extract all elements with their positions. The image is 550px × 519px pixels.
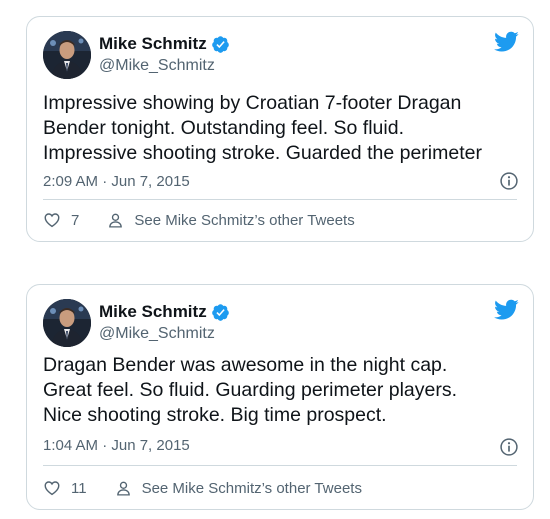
like-count: 11 bbox=[71, 479, 87, 497]
other-tweets-link[interactable]: See Mike Schmitz’s other Tweets bbox=[115, 480, 362, 497]
avatar[interactable] bbox=[43, 299, 91, 347]
author-handle[interactable]: @Mike_Schmitz bbox=[99, 325, 230, 343]
divider bbox=[43, 199, 517, 200]
other-tweets-link[interactable]: See Mike Schmitz’s other Tweets bbox=[107, 211, 355, 229]
twitter-bird-icon[interactable] bbox=[494, 31, 519, 53]
other-tweets-label: See Mike Schmitz’s other Tweets bbox=[134, 211, 355, 229]
like-button[interactable]: 7 bbox=[43, 211, 79, 229]
person-icon bbox=[116, 481, 130, 496]
verified-badge-icon bbox=[211, 35, 229, 53]
tweet-card[interactable]: Mike Schmitz @Mike_Schmitz Impressive sh… bbox=[26, 16, 534, 242]
heart-icon bbox=[44, 481, 60, 496]
other-tweets-label: See Mike Schmitz’s other Tweets bbox=[141, 479, 362, 497]
info-icon[interactable] bbox=[499, 171, 519, 191]
avatar[interactable] bbox=[43, 31, 91, 79]
tweet-timestamp[interactable]: 1:04 AM · Jun 7, 2015 bbox=[43, 437, 190, 454]
like-button[interactable]: 11 bbox=[43, 479, 87, 497]
like-count: 7 bbox=[71, 211, 80, 229]
info-icon[interactable] bbox=[499, 437, 519, 457]
person-icon bbox=[109, 213, 123, 228]
author-name[interactable]: Mike Schmitz bbox=[99, 302, 207, 322]
tweet-text: Dragan Bender was awesome in the night c… bbox=[43, 354, 458, 426]
author-handle[interactable]: @Mike_Schmitz bbox=[99, 57, 230, 75]
author-name[interactable]: Mike Schmitz bbox=[99, 34, 207, 54]
tweet-card[interactable]: Mike Schmitz @Mike_Schmitz Dragan Bender… bbox=[26, 284, 534, 510]
verified-badge-icon bbox=[211, 303, 229, 321]
tweet-timestamp[interactable]: 2:09 AM · Jun 7, 2015 bbox=[43, 173, 190, 190]
heart-icon bbox=[44, 213, 60, 228]
divider bbox=[43, 465, 517, 466]
twitter-bird-icon[interactable] bbox=[494, 299, 519, 321]
tweet-text: Impressive showing by Croatian 7-footer … bbox=[43, 92, 482, 164]
